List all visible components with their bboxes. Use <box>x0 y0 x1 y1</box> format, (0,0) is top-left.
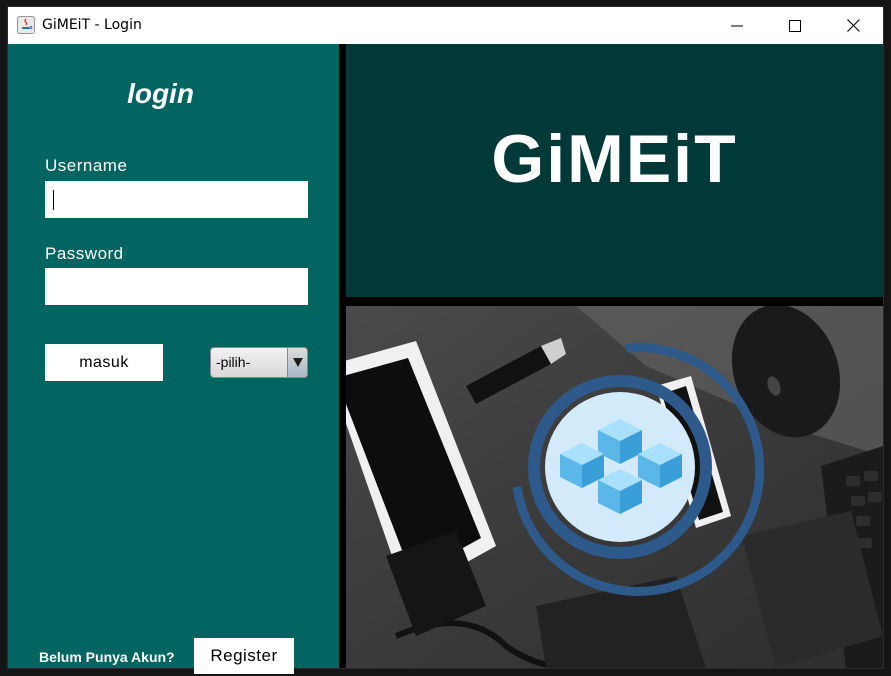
role-select[interactable]: -pilih- <box>210 347 308 378</box>
close-button[interactable] <box>824 7 882 44</box>
login-heading: login <box>127 78 194 109</box>
brand-panel: GiMEiT <box>346 44 883 297</box>
java-app-icon <box>17 16 35 34</box>
brand-name: GiMEiT <box>491 121 738 197</box>
username-label: Username <box>45 156 128 175</box>
minimize-icon <box>731 25 743 26</box>
window-title: GiMEiT - Login <box>42 17 142 33</box>
login-button[interactable]: masuk <box>45 344 163 381</box>
minimize-button[interactable] <box>708 7 766 44</box>
password-field[interactable] <box>45 268 308 305</box>
background-image <box>346 306 883 668</box>
register-button[interactable]: Register <box>194 638 294 674</box>
register-prompt: Belum Punya Akun? <box>39 649 175 665</box>
maximize-button[interactable] <box>766 7 824 44</box>
login-form-panel: login Username Password masuk -pilih- Be… <box>8 44 339 674</box>
password-label: Password <box>45 244 124 263</box>
gadgets-photo <box>346 306 883 668</box>
username-field[interactable] <box>45 181 308 218</box>
login-window: GiMEiT - Login login Username Password m… <box>8 7 883 674</box>
text-caret <box>53 190 54 210</box>
dropdown-arrow-icon[interactable] <box>287 348 307 377</box>
role-select-value: -pilih- <box>216 354 251 370</box>
title-bar[interactable]: GiMEiT - Login <box>8 7 883 44</box>
close-icon <box>846 19 860 32</box>
maximize-icon <box>789 19 801 32</box>
